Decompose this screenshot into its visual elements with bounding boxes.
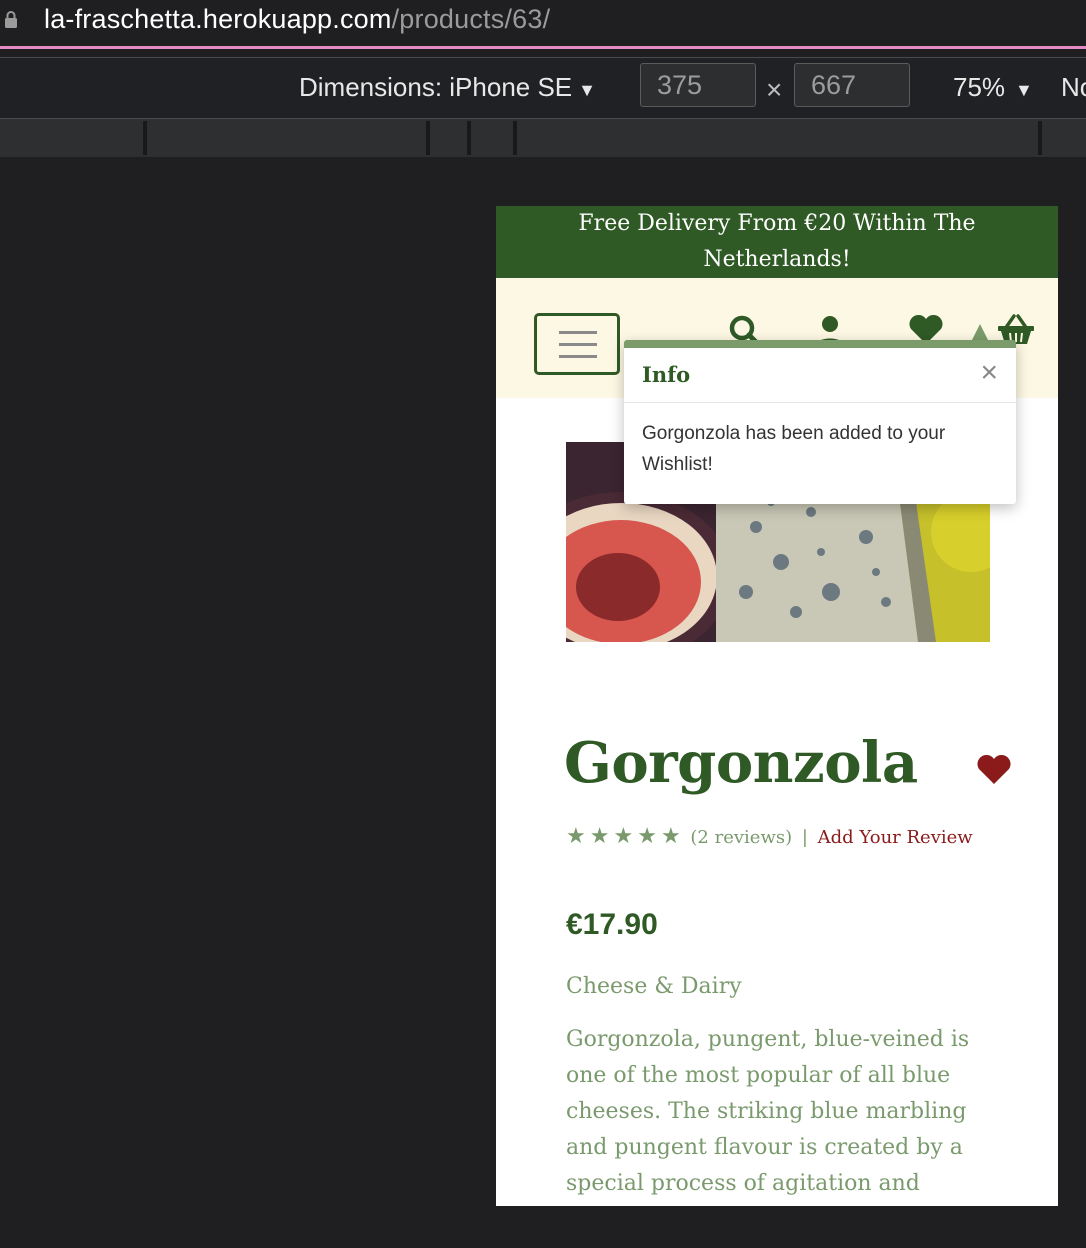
- height-input[interactable]: 667: [794, 63, 910, 107]
- star-icon: ★: [566, 824, 586, 849]
- caret-down-icon: ▼: [1015, 80, 1033, 100]
- delivery-banner: Free Delivery From €20 Within The Nether…: [496, 206, 1058, 278]
- rating-stars: ★ ★ ★ ★ ★: [566, 824, 685, 849]
- loading-indicator: [0, 46, 1086, 49]
- product-rating: ★ ★ ★ ★ ★ (2 reviews) | Add Your Review: [566, 824, 973, 849]
- product-price: €17.90: [566, 908, 658, 941]
- hamburger-menu-button[interactable]: [534, 313, 620, 375]
- star-icon: ★: [613, 824, 634, 849]
- product-category-link[interactable]: Cheese & Dairy: [566, 974, 742, 999]
- width-input[interactable]: 375: [640, 63, 756, 107]
- toast-header: Info ×: [624, 348, 1016, 403]
- caret-down-icon: ▼: [578, 80, 596, 100]
- ruler-tick: [467, 121, 471, 155]
- banner-line-2: Netherlands!: [703, 247, 851, 272]
- ruler-tick: [426, 121, 430, 155]
- device-toolbar: Dimensions: iPhone SE▼ 375 × 667 75%▼ No: [0, 57, 1086, 119]
- lock-icon: [5, 11, 17, 28]
- close-icon[interactable]: ×: [980, 358, 998, 388]
- media-query-bar[interactable]: [0, 119, 1086, 157]
- toast-message: Gorgonzola has been added to your Wishli…: [642, 423, 946, 475]
- zoom-dropdown[interactable]: 75% ▼: [953, 72, 1033, 103]
- add-review-link[interactable]: Add Your Review: [818, 827, 973, 848]
- banner-line-1: Free Delivery From €20 Within The: [578, 211, 976, 236]
- rating-separator: |: [801, 827, 808, 848]
- toast-arrow: [972, 324, 988, 340]
- hamburger-icon: [559, 331, 597, 334]
- url-bar[interactable]: la-fraschetta.herokuapp.com/products/63/: [0, 0, 1086, 46]
- product-heart-icon[interactable]: [976, 754, 1012, 786]
- times-separator: ×: [766, 74, 783, 105]
- zoom-value: 75%: [953, 72, 1006, 102]
- star-icon: ★: [589, 824, 610, 849]
- toast-title: Info: [642, 362, 691, 387]
- product-description: Gorgonzola, pungent, blue-veined is one …: [566, 1027, 970, 1196]
- info-toast: Info × Gorgonzola has been added to your…: [624, 340, 1016, 504]
- url-text[interactable]: la-fraschetta.herokuapp.com/products/63/: [44, 4, 550, 35]
- product-title: Gorgonzola: [564, 730, 918, 796]
- hamburger-icon: [559, 355, 597, 358]
- device-dimensions-dropdown[interactable]: Dimensions: iPhone SE ▼: [299, 72, 596, 103]
- device-dimensions-label: Dimensions: iPhone SE: [299, 72, 573, 102]
- ruler-tick: [1038, 121, 1042, 155]
- hamburger-icon: [559, 343, 597, 346]
- star-icon: ★: [637, 824, 657, 849]
- throttle-dropdown[interactable]: No: [1061, 72, 1086, 103]
- url-path: /products/63/: [391, 4, 551, 34]
- ruler-tick: [143, 121, 147, 155]
- url-host: la-fraschetta.herokuapp.com: [44, 4, 392, 34]
- mobile-viewport: Free Delivery From €20 Within The Nether…: [496, 206, 1058, 1206]
- ruler-tick: [513, 121, 517, 155]
- star-icon: ★: [660, 824, 681, 849]
- reviews-count[interactable]: (2 reviews): [690, 827, 792, 848]
